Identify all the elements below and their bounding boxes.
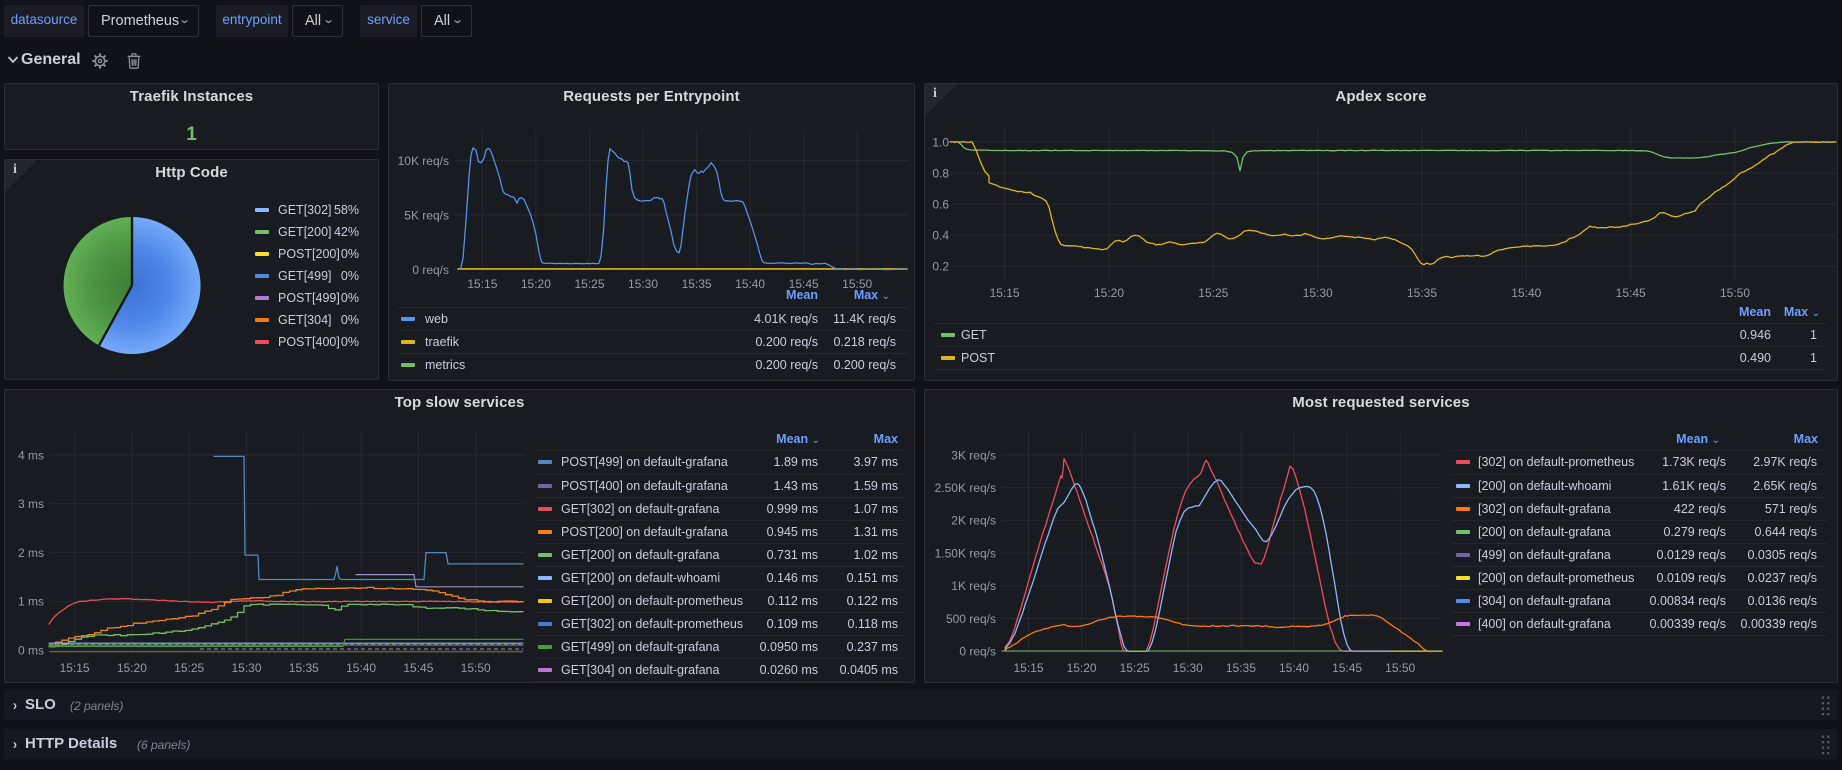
svg-text:1K req/s: 1K req/s: [951, 579, 996, 593]
svg-text:0 req/s: 0 req/s: [959, 645, 996, 659]
svg-text:500 req/s: 500 req/s: [946, 612, 996, 626]
svg-text:15:50: 15:50: [1385, 661, 1415, 675]
svg-text:1.50K req/s: 1.50K req/s: [935, 546, 996, 560]
svg-text:15:30: 15:30: [1173, 661, 1203, 675]
svg-text:15:40: 15:40: [1279, 661, 1309, 675]
svg-text:3K req/s: 3K req/s: [951, 448, 996, 462]
svg-text:15:20: 15:20: [1067, 661, 1097, 675]
svg-text:2.50K req/s: 2.50K req/s: [935, 481, 996, 495]
svg-text:2K req/s: 2K req/s: [951, 514, 996, 528]
svg-text:15:15: 15:15: [1013, 661, 1043, 675]
svg-text:15:25: 15:25: [1120, 661, 1150, 675]
svg-text:15:35: 15:35: [1226, 661, 1256, 675]
svg-text:15:45: 15:45: [1332, 661, 1362, 675]
